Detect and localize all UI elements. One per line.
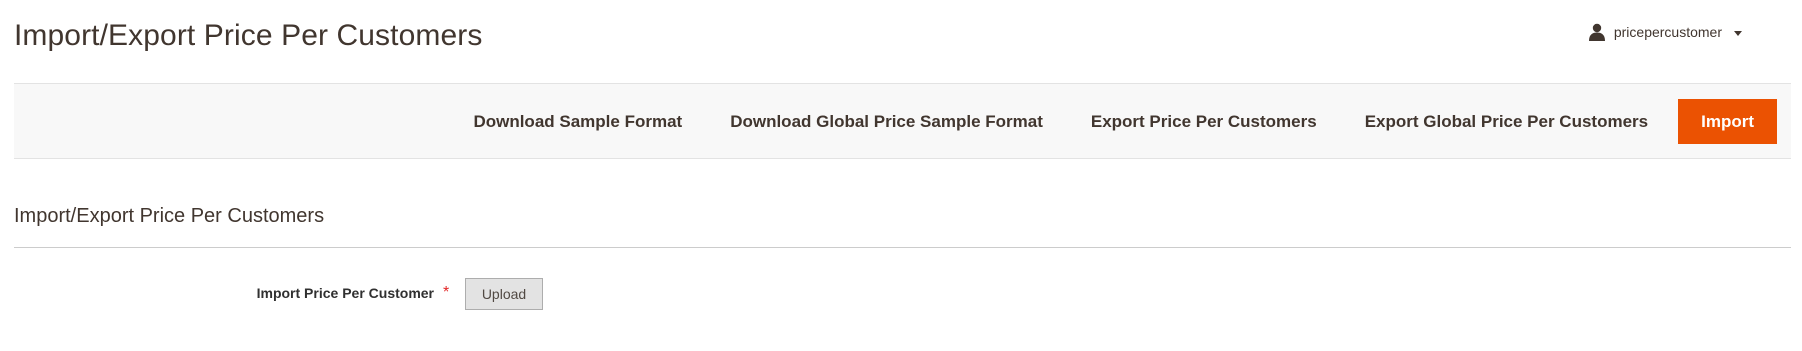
chevron-down-icon — [1734, 30, 1742, 36]
user-icon — [1588, 23, 1606, 41]
user-account-menu[interactable]: pricepercustomer — [1588, 23, 1742, 41]
page-actions-bar: Download Sample Format Download Global P… — [14, 83, 1791, 159]
import-price-field-row: Import Price Per Customer * Upload — [0, 277, 1802, 311]
page-title: Import/Export Price Per Customers — [14, 19, 483, 52]
import-button[interactable]: Import — [1678, 99, 1777, 144]
page-actions: Download Sample Format Download Global P… — [449, 99, 1777, 144]
export-global-price-per-customers-button[interactable]: Export Global Price Per Customers — [1341, 99, 1672, 144]
import-price-field-label: Import Price Per Customer — [256, 285, 434, 301]
section-title: Import/Export Price Per Customers — [14, 205, 325, 227]
download-global-price-sample-format-button[interactable]: Download Global Price Sample Format — [706, 99, 1067, 144]
export-price-per-customers-button[interactable]: Export Price Per Customers — [1067, 99, 1341, 144]
download-sample-format-button[interactable]: Download Sample Format — [449, 99, 706, 144]
page: Import/Export Price Per Customers pricep… — [0, 0, 1802, 351]
required-indicator: * — [443, 284, 450, 301]
username-label: pricepercustomer — [1613, 24, 1722, 40]
section-divider — [14, 247, 1791, 248]
upload-button[interactable]: Upload — [465, 278, 543, 310]
